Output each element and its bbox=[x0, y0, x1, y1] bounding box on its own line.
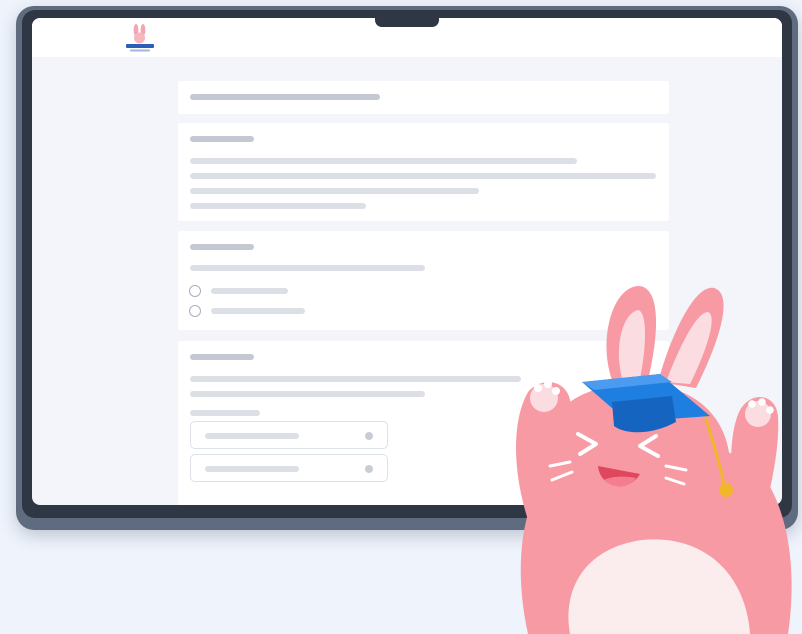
question-heading-placeholder bbox=[190, 244, 254, 250]
section-heading-placeholder bbox=[190, 136, 254, 142]
radio-option-2[interactable] bbox=[189, 305, 201, 317]
bunny-logo-icon[interactable] bbox=[124, 24, 156, 54]
dropdown-select-1[interactable] bbox=[190, 421, 388, 449]
form-title-card bbox=[178, 81, 669, 114]
question-text-placeholder bbox=[190, 376, 521, 382]
question-text-placeholder bbox=[190, 391, 425, 397]
radio-option-label-1 bbox=[211, 288, 288, 294]
question-heading-placeholder bbox=[190, 354, 254, 360]
dropdown-indicator-icon bbox=[365, 465, 373, 473]
text-placeholder-line bbox=[190, 203, 366, 209]
text-placeholder-line bbox=[190, 188, 479, 194]
question-text-placeholder bbox=[190, 265, 425, 271]
bunny-graduation-cap-mascot bbox=[516, 286, 792, 634]
dropdown-value-placeholder bbox=[205, 433, 299, 439]
dropdown-select-2[interactable] bbox=[190, 454, 388, 482]
dropdown-value-placeholder bbox=[205, 466, 299, 472]
text-placeholder-line bbox=[190, 173, 656, 179]
dropdown-indicator-icon bbox=[365, 432, 373, 440]
field-label-placeholder bbox=[190, 410, 260, 416]
title-placeholder-line bbox=[190, 94, 380, 100]
camera-notch bbox=[375, 12, 439, 27]
radio-option-1[interactable] bbox=[189, 285, 201, 297]
text-placeholder-line bbox=[190, 158, 577, 164]
radio-option-label-2 bbox=[211, 308, 305, 314]
description-card bbox=[178, 123, 669, 221]
